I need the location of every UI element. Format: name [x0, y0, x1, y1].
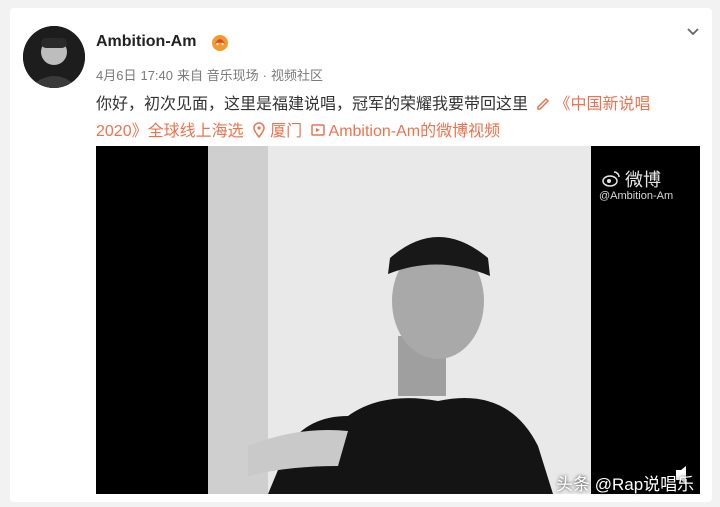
video-icon	[310, 122, 326, 138]
post-time[interactable]: 17:40	[140, 68, 173, 83]
post-source[interactable]: 来自 音乐现场	[177, 68, 259, 83]
weibo-logo-icon	[602, 171, 620, 187]
username[interactable]: Ambition-Am	[96, 33, 196, 51]
post-content: 你好，初次见面，这里是福建说唱，冠军的荣耀我要带回这里 《中国新说唱 2020》…	[96, 91, 700, 145]
location-pin-icon	[251, 122, 267, 138]
fire-medal-icon	[209, 32, 231, 52]
post-meta: 4月6日 17:40 来自 音乐现场 · 视频社区	[96, 65, 327, 84]
pencil-icon	[535, 95, 551, 111]
post-text: 你好，初次见面，这里是福建说唱，冠军的荣耀我要带回这里	[96, 96, 529, 113]
avatar[interactable]	[23, 26, 85, 88]
topic-link[interactable]: 《中国新说唱	[554, 96, 650, 113]
weibo-post-card: Ambition-Am 4月6日 17:40 来自 音乐现场 · 视频社区 你好，初次见…	[10, 8, 712, 502]
video-handle: @Ambition-Am	[599, 190, 674, 202]
weibo-logo-text: 微博	[625, 170, 661, 190]
chevron-down-icon[interactable]	[684, 22, 702, 40]
topic-link-cont[interactable]: 2020》全球线上海选	[96, 123, 244, 140]
source-watermark: 头条 @Rap说唱乐	[556, 475, 695, 494]
location-link[interactable]: 厦门	[270, 123, 302, 140]
video-frame	[208, 146, 591, 494]
video-link[interactable]: Ambition-Am的微博视频	[329, 123, 501, 140]
post-date[interactable]: 4月6日	[96, 68, 136, 83]
weibo-watermark: 微博	[601, 166, 661, 192]
post-category[interactable]: 视频社区	[271, 68, 323, 83]
video-player[interactable]: 微博 @Ambition-Am	[96, 146, 700, 494]
meta-separator: ·	[262, 68, 267, 83]
